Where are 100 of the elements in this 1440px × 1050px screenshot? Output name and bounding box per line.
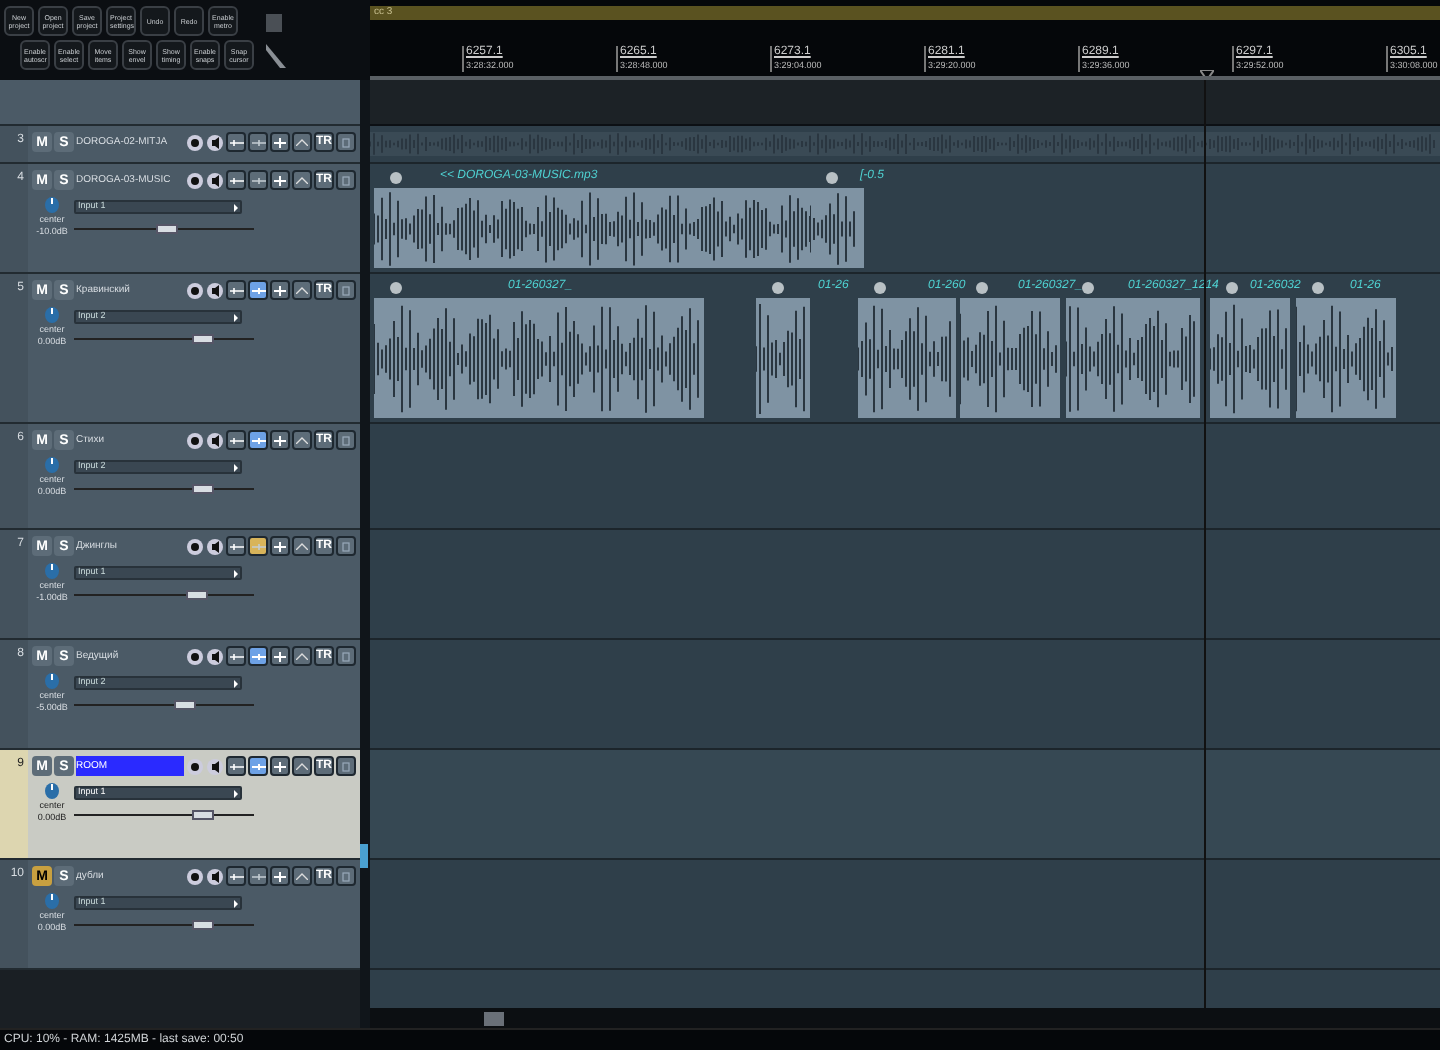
input-button[interactable] bbox=[226, 170, 246, 190]
input-button[interactable] bbox=[226, 280, 246, 300]
record-arm-icon[interactable] bbox=[186, 431, 204, 449]
track-lane[interactable] bbox=[370, 640, 1440, 750]
monitor-button[interactable] bbox=[248, 170, 268, 190]
clip-handle-icon[interactable] bbox=[772, 281, 784, 293]
pan-knob-icon[interactable] bbox=[44, 672, 60, 690]
audio-clip[interactable] bbox=[960, 298, 1060, 418]
envelope-button[interactable] bbox=[292, 430, 312, 450]
envelope-button[interactable] bbox=[292, 280, 312, 300]
speaker-icon[interactable] bbox=[206, 431, 224, 449]
pan-knob-icon[interactable] bbox=[44, 782, 60, 800]
envelope-button[interactable] bbox=[292, 536, 312, 556]
record-arm-icon[interactable] bbox=[186, 133, 204, 151]
audio-clip[interactable] bbox=[1210, 298, 1290, 418]
lock-button[interactable] bbox=[336, 132, 356, 152]
audio-clip[interactable] bbox=[756, 298, 810, 418]
lock-button[interactable] bbox=[336, 170, 356, 190]
track-lane[interactable] bbox=[370, 80, 1440, 126]
track-lane[interactable] bbox=[370, 530, 1440, 640]
lock-button[interactable] bbox=[336, 430, 356, 450]
clip-handle-icon[interactable] bbox=[1312, 281, 1324, 293]
monitor-button[interactable] bbox=[248, 536, 268, 556]
audio-clip[interactable] bbox=[1296, 298, 1396, 418]
speaker-icon[interactable] bbox=[206, 647, 224, 665]
track-header[interactable] bbox=[0, 80, 360, 126]
pan-knob-icon[interactable] bbox=[44, 196, 60, 214]
fx-button[interactable] bbox=[270, 646, 290, 666]
audio-clip[interactable] bbox=[810, 188, 860, 268]
record-arm-icon[interactable] bbox=[186, 867, 204, 885]
clip-handle-icon[interactable] bbox=[976, 281, 988, 293]
slider-thumb[interactable] bbox=[155, 224, 178, 234]
input-button[interactable] bbox=[226, 756, 246, 776]
pan-knob-icon[interactable] bbox=[44, 562, 60, 580]
horizontal-scrollbar[interactable] bbox=[370, 1008, 1440, 1028]
monitor-button[interactable] bbox=[248, 280, 268, 300]
track-lane[interactable] bbox=[370, 424, 1440, 530]
fx-button[interactable] bbox=[270, 280, 290, 300]
fx-button[interactable] bbox=[270, 170, 290, 190]
slider-thumb[interactable] bbox=[191, 920, 214, 930]
lock-button[interactable] bbox=[336, 756, 356, 776]
speaker-icon[interactable] bbox=[206, 281, 224, 299]
monitor-button[interactable] bbox=[248, 756, 268, 776]
record-arm-icon[interactable] bbox=[186, 537, 204, 555]
clip-handle-icon[interactable] bbox=[874, 281, 886, 293]
speaker-icon[interactable] bbox=[206, 867, 224, 885]
input-button[interactable] bbox=[226, 866, 246, 886]
lock-button[interactable] bbox=[336, 866, 356, 886]
clip-handle-icon[interactable] bbox=[1082, 281, 1094, 293]
monitor-button[interactable] bbox=[248, 132, 268, 152]
envelope-button[interactable] bbox=[292, 866, 312, 886]
scrollbar-thumb[interactable] bbox=[484, 1011, 504, 1025]
clip-handle-icon[interactable] bbox=[390, 171, 402, 183]
speaker-icon[interactable] bbox=[206, 171, 224, 189]
record-arm-icon[interactable] bbox=[186, 647, 204, 665]
slider-thumb[interactable] bbox=[173, 700, 196, 710]
fx-button[interactable] bbox=[270, 430, 290, 450]
audio-clip[interactable] bbox=[858, 298, 956, 418]
audio-clip[interactable] bbox=[374, 298, 704, 418]
envelope-icon bbox=[296, 436, 308, 444]
slider-thumb[interactable] bbox=[191, 334, 214, 344]
input-button[interactable] bbox=[226, 536, 246, 556]
fx-button[interactable] bbox=[270, 536, 290, 556]
pencil-icon[interactable] bbox=[266, 44, 286, 68]
track-lane[interactable] bbox=[370, 750, 1440, 860]
record-arm-icon[interactable] bbox=[186, 757, 204, 775]
lock-button[interactable] bbox=[336, 646, 356, 666]
track-lane[interactable] bbox=[370, 860, 1440, 970]
fx-button[interactable] bbox=[270, 756, 290, 776]
slider-thumb[interactable] bbox=[191, 484, 214, 494]
track-lane[interactable] bbox=[370, 126, 1440, 164]
audio-clip[interactable] bbox=[374, 188, 864, 268]
lock-button[interactable] bbox=[336, 280, 356, 300]
input-button[interactable] bbox=[226, 430, 246, 450]
record-arm-icon[interactable] bbox=[186, 281, 204, 299]
envelope-button[interactable] bbox=[292, 646, 312, 666]
clip-handle-icon[interactable] bbox=[1226, 281, 1238, 293]
speaker-icon[interactable] bbox=[206, 537, 224, 555]
slider-thumb[interactable] bbox=[186, 590, 209, 600]
fx-button[interactable] bbox=[270, 132, 290, 152]
record-arm-icon[interactable] bbox=[186, 171, 204, 189]
fx-button[interactable] bbox=[270, 866, 290, 886]
monitor-button[interactable] bbox=[248, 430, 268, 450]
clip-handle-icon[interactable] bbox=[826, 171, 838, 183]
slider-thumb[interactable] bbox=[191, 810, 214, 820]
pan-knob-icon[interactable] bbox=[44, 456, 60, 474]
input-button[interactable] bbox=[226, 646, 246, 666]
envelope-button[interactable] bbox=[292, 132, 312, 152]
audio-clip[interactable] bbox=[1066, 298, 1200, 418]
lock-button[interactable] bbox=[336, 536, 356, 556]
pan-knob-icon[interactable] bbox=[44, 306, 60, 324]
pan-knob-icon[interactable] bbox=[44, 892, 60, 910]
monitor-button[interactable] bbox=[248, 866, 268, 886]
envelope-button[interactable] bbox=[292, 170, 312, 190]
speaker-icon[interactable] bbox=[206, 133, 224, 151]
envelope-button[interactable] bbox=[292, 756, 312, 776]
clip-handle-icon[interactable] bbox=[390, 281, 402, 293]
monitor-button[interactable] bbox=[248, 646, 268, 666]
speaker-icon[interactable] bbox=[206, 757, 224, 775]
input-button[interactable] bbox=[226, 132, 246, 152]
